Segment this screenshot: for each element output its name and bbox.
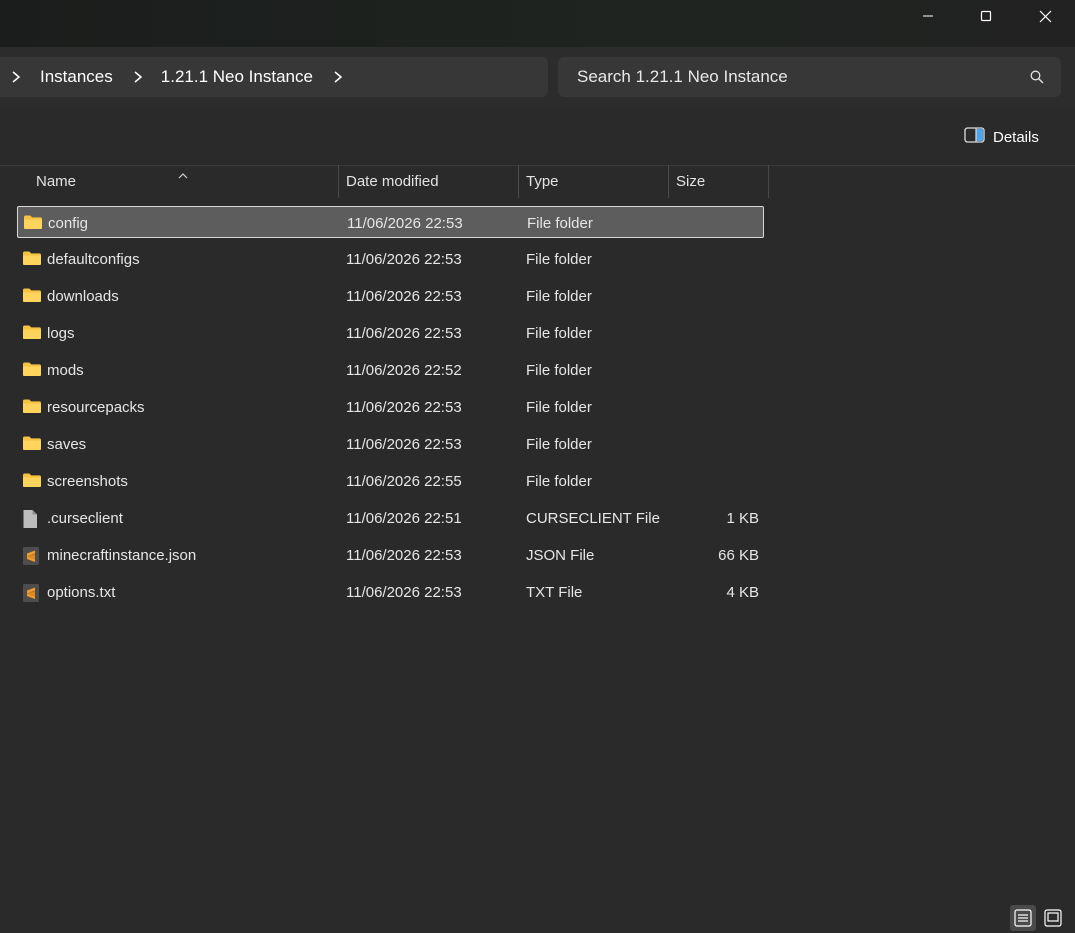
file-type: File folder bbox=[526, 361, 592, 379]
file-type: File folder bbox=[527, 214, 593, 232]
address-bar: Instances 1.21.1 Neo Instance Search 1.2… bbox=[0, 47, 1075, 109]
folder-icon bbox=[22, 250, 42, 268]
close-icon bbox=[1039, 10, 1051, 22]
large-icons-view-button[interactable] bbox=[1040, 905, 1066, 931]
details-pane-button[interactable]: Details bbox=[964, 120, 1058, 154]
column-header-type[interactable]: Type bbox=[518, 165, 669, 198]
command-bar: Details bbox=[0, 108, 1075, 166]
breadcrumb-item-instances[interactable]: Instances bbox=[40, 67, 113, 87]
folder-icon bbox=[22, 472, 42, 490]
file-size bbox=[668, 428, 759, 460]
file-size bbox=[668, 465, 759, 497]
file-date-modified: 11/06/2026 22:52 bbox=[346, 361, 462, 379]
file-size: 66 KB bbox=[718, 546, 759, 564]
column-header-row: Name Date modified Type Size bbox=[0, 165, 1075, 201]
file-type: TXT File bbox=[526, 583, 583, 601]
close-button[interactable] bbox=[1017, 0, 1073, 32]
file-date-modified: 11/06/2026 22:53 bbox=[346, 398, 462, 416]
file-type: File folder bbox=[526, 324, 592, 342]
maximize-button[interactable] bbox=[958, 0, 1014, 32]
file-date-modified: 11/06/2026 22:53 bbox=[346, 250, 462, 268]
file-size bbox=[668, 280, 759, 312]
details-view-button[interactable] bbox=[1010, 905, 1036, 931]
minimize-button[interactable] bbox=[900, 0, 956, 32]
file-type: File folder bbox=[526, 250, 592, 268]
search-icon[interactable] bbox=[1030, 70, 1044, 89]
folder-icon bbox=[22, 324, 42, 342]
folder-icon bbox=[22, 287, 42, 305]
file-date-modified: 11/06/2026 22:51 bbox=[346, 509, 462, 527]
file-name: downloads bbox=[47, 287, 119, 305]
file-type: File folder bbox=[526, 435, 592, 453]
file-type: CURSECLIENT File bbox=[526, 509, 660, 527]
file-row[interactable]: screenshots 11/06/2026 22:55 File folder bbox=[17, 465, 764, 497]
file-date-modified: 11/06/2026 22:53 bbox=[347, 214, 463, 232]
breadcrumb-item-current-folder[interactable]: 1.21.1 Neo Instance bbox=[161, 67, 313, 87]
generic-file-icon bbox=[22, 509, 42, 528]
sublime-file-icon bbox=[22, 583, 42, 602]
details-pane-icon bbox=[964, 126, 985, 148]
details-view-icon bbox=[1014, 909, 1032, 927]
file-name: config bbox=[48, 214, 89, 232]
file-size: 1 KB bbox=[726, 509, 759, 527]
file-name: defaultconfigs bbox=[47, 250, 140, 268]
file-name: screenshots bbox=[47, 472, 128, 490]
file-name: options.txt bbox=[47, 583, 116, 601]
file-type: File folder bbox=[526, 287, 592, 305]
file-row[interactable]: logs 11/06/2026 22:53 File folder bbox=[17, 317, 764, 349]
file-size bbox=[668, 243, 759, 275]
file-row[interactable]: options.txt 11/06/2026 22:53 TXT File 4 KB bbox=[17, 576, 764, 608]
file-date-modified: 11/06/2026 22:53 bbox=[346, 546, 462, 564]
large-icons-view-icon bbox=[1044, 909, 1062, 927]
minimize-icon bbox=[923, 15, 933, 17]
file-size bbox=[668, 317, 759, 349]
breadcrumb[interactable]: Instances 1.21.1 Neo Instance bbox=[0, 57, 548, 97]
file-row[interactable]: minecraftinstance.json 11/06/2026 22:53 JS… bbox=[17, 539, 764, 571]
file-name: mods bbox=[47, 361, 84, 379]
file-name: .curseclient bbox=[47, 509, 123, 527]
file-row[interactable]: config 11/06/2026 22:53 File folder bbox=[17, 206, 764, 238]
details-label: Details bbox=[993, 128, 1039, 146]
search-input[interactable]: Search 1.21.1 Neo Instance bbox=[558, 57, 1061, 97]
file-size bbox=[668, 391, 759, 423]
folder-icon bbox=[22, 398, 42, 416]
file-row[interactable]: resourcepacks 11/06/2026 22:53 File folder bbox=[17, 391, 764, 423]
file-name: resourcepacks bbox=[47, 398, 145, 416]
file-date-modified: 11/06/2026 22:53 bbox=[346, 287, 462, 305]
file-size bbox=[669, 207, 760, 239]
column-header-date-modified[interactable]: Date modified bbox=[338, 165, 519, 198]
file-row[interactable]: mods 11/06/2026 22:52 File folder bbox=[17, 354, 764, 386]
title-bar bbox=[0, 0, 1075, 47]
column-header-size[interactable]: Size bbox=[668, 165, 769, 198]
file-row[interactable]: downloads 11/06/2026 22:53 File folder bbox=[17, 280, 764, 312]
search-placeholder: Search 1.21.1 Neo Instance bbox=[577, 67, 788, 86]
folder-icon bbox=[22, 361, 42, 379]
chevron-right-icon[interactable] bbox=[331, 70, 345, 84]
file-size bbox=[668, 354, 759, 386]
file-row[interactable]: saves 11/06/2026 22:53 File folder bbox=[17, 428, 764, 460]
file-type: File folder bbox=[526, 398, 592, 416]
file-date-modified: 11/06/2026 22:53 bbox=[346, 435, 462, 453]
sublime-file-icon bbox=[22, 546, 42, 565]
maximize-icon bbox=[980, 10, 992, 22]
folder-icon bbox=[22, 435, 42, 453]
folder-icon bbox=[23, 214, 43, 232]
file-type: File folder bbox=[526, 472, 592, 490]
file-date-modified: 11/06/2026 22:53 bbox=[346, 583, 462, 601]
chevron-right-icon[interactable] bbox=[9, 70, 23, 84]
chevron-right-icon[interactable] bbox=[131, 70, 145, 84]
file-name: minecraftinstance.json bbox=[47, 546, 197, 564]
file-date-modified: 11/06/2026 22:53 bbox=[346, 324, 462, 342]
file-date-modified: 11/06/2026 22:55 bbox=[346, 472, 462, 490]
file-name: logs bbox=[47, 324, 75, 342]
file-size: 4 KB bbox=[726, 583, 759, 601]
file-type: JSON File bbox=[526, 546, 595, 564]
column-header-name[interactable]: Name bbox=[28, 165, 339, 198]
file-name: saves bbox=[47, 435, 87, 453]
file-row[interactable]: defaultconfigs 11/06/2026 22:53 File folde… bbox=[17, 243, 764, 275]
file-row[interactable]: .curseclient 11/06/2026 22:51 CURSECLIENT … bbox=[17, 502, 764, 534]
